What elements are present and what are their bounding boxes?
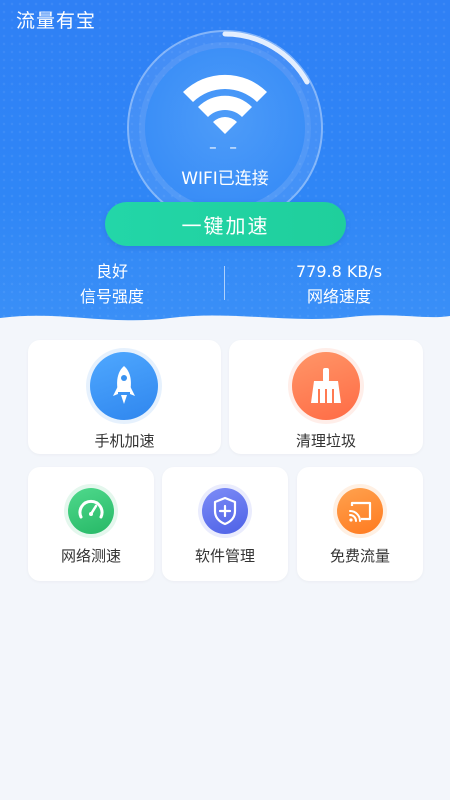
wifi-icon [183, 74, 267, 134]
rocket-icon [113, 366, 135, 404]
stats-divider [224, 266, 225, 300]
one-tap-boost-button[interactable]: 一键加速 [105, 202, 346, 246]
clean-junk-card[interactable]: 清理垃圾 [229, 340, 423, 454]
app-manage-label: 软件管理 [194, 547, 255, 565]
current-speed-placeholder: – – [209, 138, 241, 156]
network-speed-label: 网络速度 [306, 287, 371, 306]
broom-icon [311, 368, 341, 403]
speed-test-card[interactable]: 网络测速 [28, 467, 154, 581]
speed-test-label: 网络测速 [60, 547, 121, 565]
free-data-card[interactable]: 免费流量 [297, 467, 423, 581]
speedometer-icon [78, 499, 104, 519]
app-title: 流量有宝 [16, 10, 97, 32]
network-speed-value: 779.8 KB/s [295, 262, 383, 281]
app-manage-card[interactable]: 软件管理 [162, 467, 288, 581]
network-speed-stat: 779.8 KB/s 网络速度 [249, 260, 429, 310]
signal-strength-label: 信号强度 [79, 287, 144, 306]
free-data-label: 免费流量 [329, 547, 390, 565]
shield-plus-icon [213, 496, 237, 526]
signal-strength-value: 良好 [95, 262, 128, 281]
phone-boost-card[interactable]: 手机加速 [28, 340, 221, 454]
phone-boost-label: 手机加速 [94, 432, 155, 450]
wifi-status-text: WIFI已连接 [181, 169, 269, 189]
signal-strength-stat: 良好 信号强度 [22, 260, 202, 310]
clean-junk-label: 清理垃圾 [295, 432, 356, 450]
cast-icon [349, 501, 372, 522]
